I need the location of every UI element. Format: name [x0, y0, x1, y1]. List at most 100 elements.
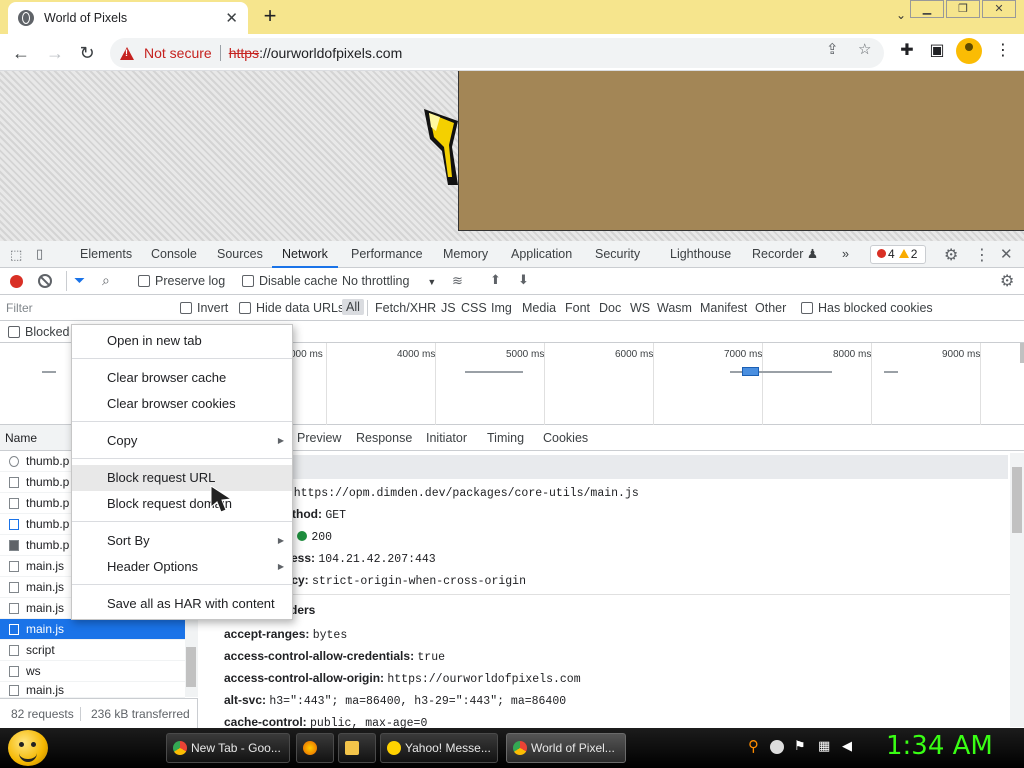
search-icon[interactable]: ⌕	[102, 272, 110, 289]
inspect-element-icon[interactable]: ⬚	[10, 247, 22, 263]
forward-arrow-icon[interactable]: →	[42, 40, 68, 66]
invert-checkbox[interactable]: Invert	[180, 301, 228, 315]
type-filter-doc[interactable]: Doc	[599, 301, 621, 315]
more-tabs-button[interactable]: »	[842, 241, 849, 268]
page-canvas[interactable]	[0, 71, 1024, 241]
type-filter-img[interactable]: Img	[491, 301, 512, 315]
type-filter-fetch-xhr[interactable]: Fetch/XHR	[375, 301, 436, 315]
has-blocked-cookies-checkbox[interactable]: Has blocked cookies	[801, 301, 933, 315]
taskbar-item-new-tab[interactable]: New Tab - Goo...	[166, 733, 290, 763]
type-filter-manifest[interactable]: Manifest	[700, 301, 747, 315]
type-filter-css[interactable]: CSS	[461, 301, 487, 315]
share-icon[interactable]: ⇪	[826, 40, 839, 58]
taskbar-item-world-of-pixels[interactable]: World of Pixel...	[506, 733, 626, 763]
status-icon[interactable]	[770, 740, 784, 754]
scrollbar-thumb[interactable]	[186, 647, 196, 687]
tab-close-icon[interactable]: ✕	[225, 9, 238, 27]
tab-timing[interactable]: Timing	[487, 431, 524, 445]
name-column-header[interactable]: Name	[5, 431, 37, 445]
type-filter-wasm[interactable]: Wasm	[657, 301, 692, 315]
address-bar[interactable]: Not secure https://ourworldofpixels.com	[110, 38, 884, 68]
warning-icon[interactable]	[120, 46, 134, 60]
volume-icon[interactable]: ◀	[842, 738, 856, 753]
tab-elements[interactable]: Elements	[80, 241, 132, 268]
flag-icon[interactable]: ⚑	[794, 738, 808, 753]
tab-performance[interactable]: Performance	[351, 241, 423, 268]
disable-cache-checkbox[interactable]: Disable cache	[242, 274, 338, 288]
tab-sources[interactable]: Sources	[217, 241, 263, 268]
tab-cookies[interactable]: Cookies	[543, 431, 588, 445]
import-har-icon[interactable]: ⬆	[490, 272, 501, 288]
tab-lighthouse[interactable]: Lighthouse	[670, 241, 731, 268]
extensions-puzzle-icon[interactable]: ✚	[894, 38, 920, 64]
tab-network[interactable]: Network	[272, 241, 338, 268]
type-filter-media[interactable]: Media	[522, 301, 556, 315]
network-settings-gear-icon[interactable]: ⚙	[1000, 271, 1014, 291]
throttling-select[interactable]: No throttling ▼	[342, 274, 436, 288]
start-button-smiley-icon[interactable]	[8, 730, 48, 766]
reload-icon[interactable]: ↻	[74, 40, 100, 66]
filter-input[interactable]: Filter	[6, 301, 33, 315]
tab-recorder[interactable]: Recorder ♟	[752, 241, 818, 268]
request-row[interactable]: script	[0, 640, 185, 661]
tab-initiator[interactable]: Initiator	[426, 431, 467, 445]
close-devtools-icon[interactable]: ✕	[1000, 245, 1013, 263]
menu-open-in-new-tab[interactable]: Open in new tab	[72, 328, 292, 354]
general-section-header[interactable]	[198, 455, 1008, 479]
request-row[interactable]: main.js	[0, 682, 185, 698]
settings-gear-icon[interactable]: ⚙	[944, 245, 958, 265]
hide-data-urls-checkbox[interactable]: Hide data URLs	[239, 301, 344, 315]
not-secure-label[interactable]: Not secure	[144, 45, 212, 61]
type-filter-ws[interactable]: WS	[630, 301, 650, 315]
type-filter-other[interactable]: Other	[755, 301, 786, 315]
menu-clear-browser-cookies[interactable]: Clear browser cookies	[72, 391, 292, 417]
bookmark-star-icon[interactable]: ☆	[858, 40, 871, 58]
tab-memory[interactable]: Memory	[443, 241, 488, 268]
record-button[interactable]	[10, 275, 23, 288]
tab-security[interactable]: Security	[595, 241, 640, 268]
taskbar-item-yahoo-messenger[interactable]: Yahoo! Messe...	[380, 733, 498, 763]
taskbar-item-folder[interactable]	[338, 733, 376, 763]
browser-tab[interactable]: World of Pixels ✕	[8, 2, 248, 34]
menu-block-request-url[interactable]: Block request URL	[72, 465, 292, 491]
issues-counter[interactable]: 42	[870, 245, 926, 264]
clock[interactable]: 1:34 AM	[886, 731, 993, 761]
tab-search-chevron-icon[interactable]: ⌄	[896, 8, 906, 22]
type-filter-js[interactable]: JS	[441, 301, 456, 315]
new-tab-button[interactable]: +	[258, 4, 282, 28]
back-arrow-icon[interactable]: ←	[8, 40, 34, 66]
request-row-selected[interactable]: main.js	[0, 619, 185, 640]
export-har-icon[interactable]: ⬇	[518, 272, 529, 288]
timeline-handle[interactable]	[1020, 343, 1024, 363]
devtools-menu-icon[interactable]: ⋮	[974, 245, 990, 265]
type-filter-all[interactable]: All	[342, 299, 364, 315]
menu-clear-browser-cache[interactable]: Clear browser cache	[72, 365, 292, 391]
tab-preview[interactable]: Preview	[297, 431, 341, 445]
blocked-requests-checkbox[interactable]: Blocked	[8, 325, 69, 339]
side-panel-icon[interactable]: ▣	[924, 38, 950, 64]
minimize-button[interactable]: ▁	[910, 0, 944, 18]
preserve-log-checkbox[interactable]: Preserve log	[138, 274, 225, 288]
profile-avatar[interactable]	[956, 38, 982, 64]
menu-sort-by[interactable]: Sort By ▶	[72, 528, 292, 554]
clear-icon[interactable]	[38, 274, 52, 288]
request-row[interactable]: ws	[0, 661, 185, 682]
close-window-button[interactable]: ✕	[982, 0, 1016, 18]
menu-block-request-domain[interactable]: Block request domain	[72, 491, 292, 517]
device-toolbar-icon[interactable]: ▯	[36, 246, 43, 262]
filter-funnel-icon[interactable]: ⏷	[74, 272, 85, 289]
restore-button[interactable]: ❐	[946, 0, 980, 18]
menu-save-all-as-har[interactable]: Save all as HAR with content	[72, 591, 292, 617]
scrollbar-thumb[interactable]	[1012, 467, 1022, 533]
tab-console[interactable]: Console	[151, 241, 197, 268]
menu-header-options[interactable]: Header Options ▶	[72, 554, 292, 580]
network-conditions-icon[interactable]: ≋	[452, 273, 463, 289]
menu-copy[interactable]: Copy ▶	[72, 428, 292, 454]
search-icon[interactable]: ⚲	[748, 737, 762, 755]
taskbar-item-firefox[interactable]	[296, 733, 334, 763]
menu-kebab-icon[interactable]: ⋮	[990, 38, 1016, 64]
type-filter-font[interactable]: Font	[565, 301, 590, 315]
tab-application[interactable]: Application	[511, 241, 572, 268]
response-headers-section-header[interactable]: ders	[290, 603, 315, 617]
network-icon[interactable]: ▦	[818, 738, 832, 753]
